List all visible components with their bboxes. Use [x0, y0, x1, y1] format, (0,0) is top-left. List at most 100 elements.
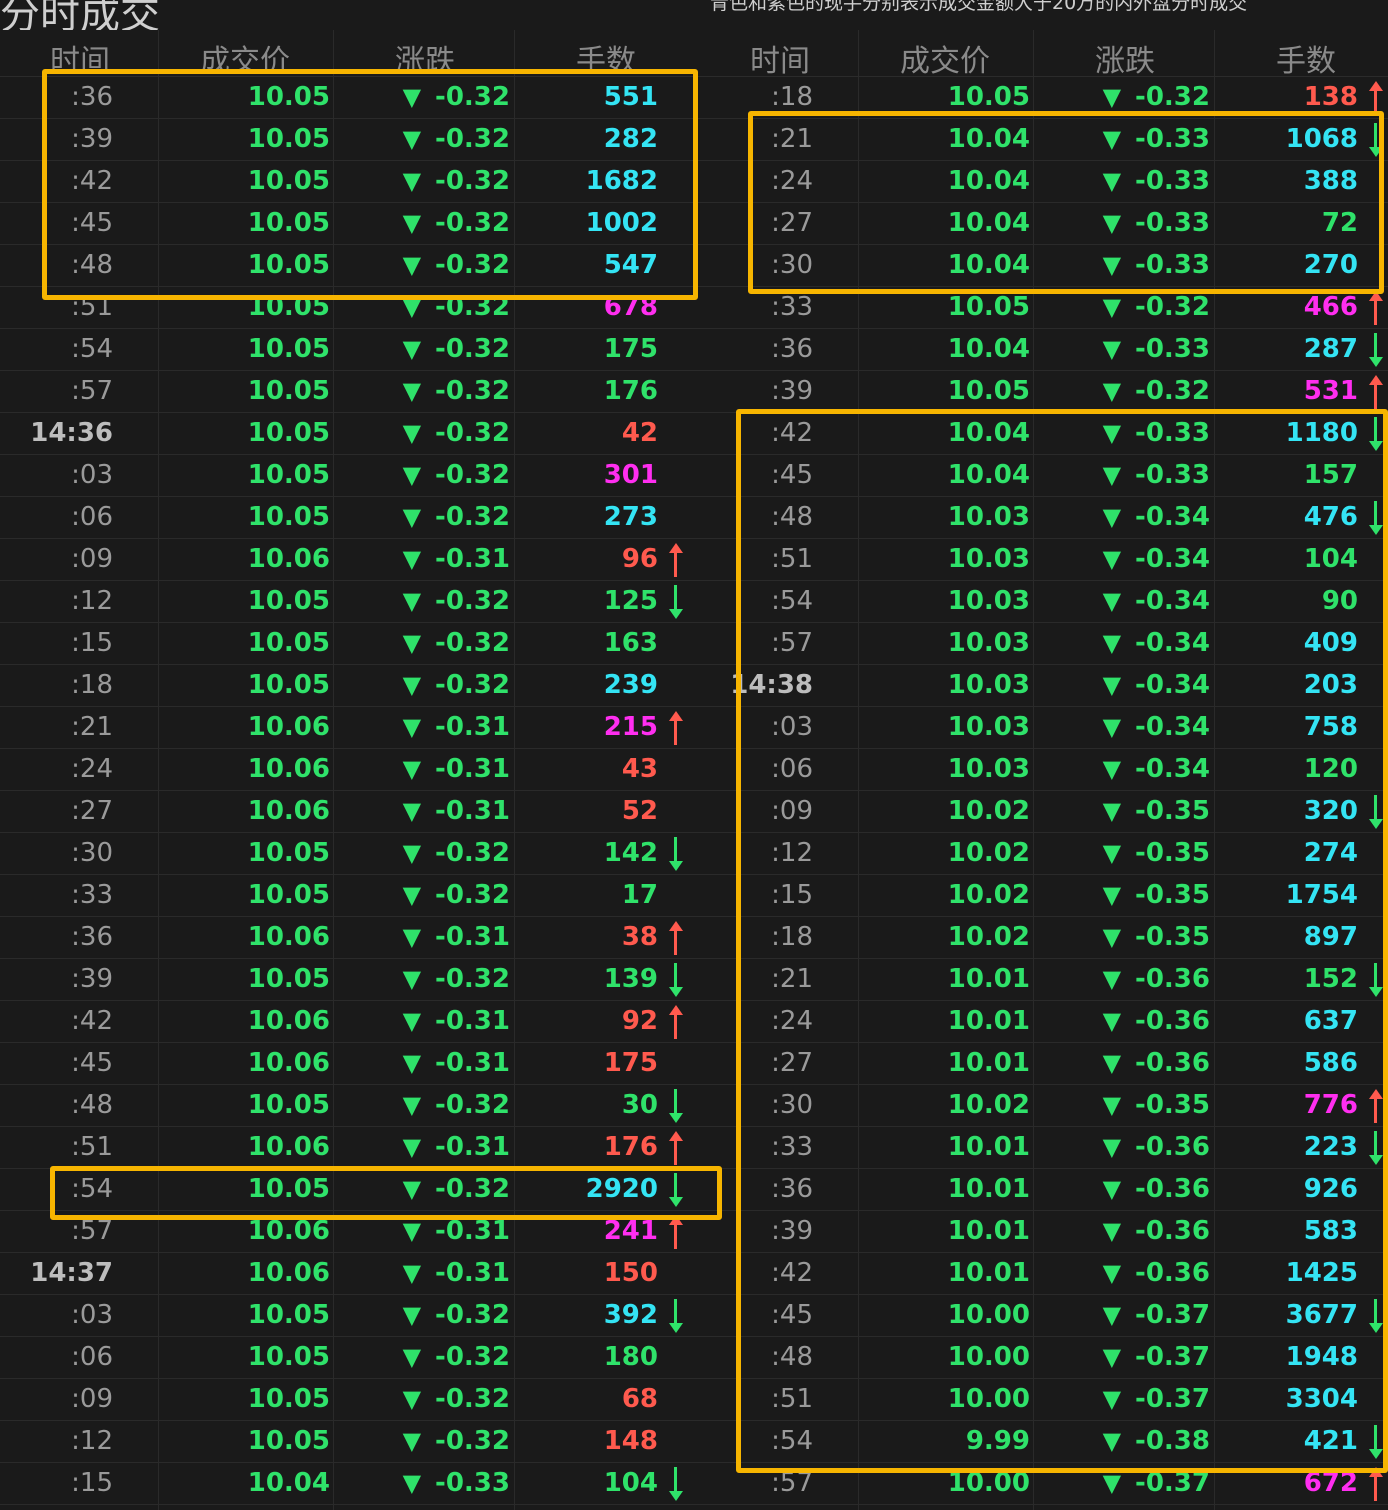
trade-row[interactable]: :12 10.05 ▼ -0.32 148	[0, 1421, 700, 1463]
trade-row[interactable]: :51 10.06 ▼ -0.31 176	[0, 1127, 700, 1169]
trade-row[interactable]: :21 10.04 ▼ -0.33 1068	[700, 119, 1388, 161]
trade-row[interactable]: :30 10.02 ▼ -0.35 776	[700, 1085, 1388, 1127]
trade-row[interactable]: :39 10.05 ▼ -0.32 282	[0, 119, 700, 161]
trade-change: ▼ -0.38	[1040, 1421, 1210, 1462]
trade-row[interactable]: :51 10.03 ▼ -0.34 104	[700, 539, 1388, 581]
trade-row[interactable]: :45 10.04 ▼ -0.33 157	[700, 455, 1388, 497]
trade-row[interactable]: :27 10.06 ▼ -0.31 52	[0, 791, 700, 833]
trade-price: 10.04	[947, 124, 1030, 154]
trade-row[interactable]: :18 10.02 ▼ -0.35 897	[700, 917, 1388, 959]
trade-row[interactable]: :09 10.05 ▼ -0.32 68	[0, 1379, 700, 1421]
trade-change-value: -0.32	[435, 208, 510, 238]
trade-row[interactable]: :57 10.06 ▼ -0.31 241	[0, 1211, 700, 1253]
trade-row[interactable]: :21 10.06 ▼ -0.31 215	[0, 707, 700, 749]
trade-row[interactable]: :54 9.99 ▼ -0.38 421	[700, 1421, 1388, 1463]
trade-row[interactable]: :15 10.05 ▼ -0.32 163	[0, 623, 700, 665]
trade-row[interactable]: :33 10.05 ▼ -0.32 17	[0, 875, 700, 917]
down-triangle-icon: ▼	[1102, 713, 1122, 741]
trade-change-value: -0.32	[1135, 292, 1210, 322]
trade-row[interactable]: :24 10.04 ▼ -0.33 388	[700, 161, 1388, 203]
trade-row[interactable]: :03 10.05 ▼ -0.32 392	[0, 1295, 700, 1337]
trade-row[interactable]: :54 10.03 ▼ -0.34 90	[700, 581, 1388, 623]
trade-time: :48	[71, 1090, 113, 1120]
trade-row[interactable]: 14:38 10.03 ▼ -0.34 203	[700, 665, 1388, 707]
trade-row[interactable]: :06 10.03 ▼ -0.34 120	[700, 749, 1388, 791]
trade-row[interactable]: :24 10.06 ▼ -0.31 43	[0, 749, 700, 791]
arrow-up-icon	[1369, 291, 1383, 325]
trade-row[interactable]: :54 10.05 ▼ -0.32 175	[0, 329, 700, 371]
trade-change: ▼ -0.36	[1040, 1253, 1210, 1294]
trade-row[interactable]: :30 10.04 ▼ -0.33 270	[700, 245, 1388, 287]
trade-change-value: -0.36	[1135, 1174, 1210, 1204]
trade-row[interactable]: 14:37 10.06 ▼ -0.31 150	[0, 1253, 700, 1295]
trade-change: ▼ -0.37	[1040, 1295, 1210, 1336]
trade-row[interactable]: :33 10.05 ▼ -0.32 466	[700, 287, 1388, 329]
trade-change: ▼ -0.31	[340, 707, 510, 748]
trade-row[interactable]: :21 10.01 ▼ -0.36 152	[700, 959, 1388, 1001]
trade-row[interactable]: :42 10.04 ▼ -0.33 1180	[700, 413, 1388, 455]
trade-row[interactable]: 14:36 10.05 ▼ -0.32 42	[0, 413, 700, 455]
trade-row[interactable]: :39 10.05 ▼ -0.32 139	[0, 959, 700, 1001]
trade-row[interactable]: :36 10.04 ▼ -0.33 287	[700, 329, 1388, 371]
trade-table-left[interactable]: 时间 成交价 涨跌 手数 :36 10.05 ▼ -0.32 551:39 10.05 ▼ -…	[0, 30, 700, 1510]
trade-row[interactable]: :24 10.01 ▼ -0.36 637	[700, 1001, 1388, 1043]
trade-price: 10.03	[947, 628, 1030, 658]
trade-volume: 1682	[585, 166, 658, 196]
trade-row[interactable]: :36 10.05 ▼ -0.32 551	[0, 77, 700, 119]
trade-row[interactable]: :06 10.05 ▼ -0.32 273	[0, 497, 700, 539]
trade-price: 10.03	[947, 754, 1030, 784]
trade-row[interactable]: :42 10.01 ▼ -0.36 1425	[700, 1253, 1388, 1295]
trade-row[interactable]: :57 10.05 ▼ -0.32 176	[0, 371, 700, 413]
trade-row[interactable]: :39 10.01 ▼ -0.36 583	[700, 1211, 1388, 1253]
trade-row[interactable]: :03 10.03 ▼ -0.34 758	[700, 707, 1388, 749]
trade-row[interactable]: :45 10.00 ▼ -0.37 3677	[700, 1295, 1388, 1337]
trade-volume: 104	[1303, 544, 1358, 574]
trade-row[interactable]: :36 10.01 ▼ -0.36 926	[700, 1169, 1388, 1211]
trade-row[interactable]: :48 10.03 ▼ -0.34 476	[700, 497, 1388, 539]
trade-row[interactable]: :06 10.05 ▼ -0.32 180	[0, 1337, 700, 1379]
trade-row[interactable]: :39 10.05 ▼ -0.32 531	[700, 371, 1388, 413]
trade-row[interactable]: :45 10.06 ▼ -0.31 175	[0, 1043, 700, 1085]
trade-row[interactable]: :18 10.05 ▼ -0.32 239	[0, 665, 700, 707]
trade-row[interactable]: :33 10.01 ▼ -0.36 223	[700, 1127, 1388, 1169]
trade-change-value: -0.32	[435, 1174, 510, 1204]
trade-row[interactable]: :51 10.00 ▼ -0.37 3304	[700, 1379, 1388, 1421]
trade-row[interactable]: :15 10.02 ▼ -0.35 1754	[700, 875, 1388, 917]
trade-row[interactable]: :48 10.05 ▼ -0.32 30	[0, 1085, 700, 1127]
trade-row[interactable]: :36 10.06 ▼ -0.31 38	[0, 917, 700, 959]
trade-change-value: -0.31	[435, 544, 510, 574]
trade-row[interactable]: :12 10.05 ▼ -0.32 125	[0, 581, 700, 623]
trade-price: 10.06	[247, 922, 330, 952]
trade-row[interactable]: :30 10.05 ▼ -0.32 142	[0, 833, 700, 875]
trade-price: 10.06	[247, 754, 330, 784]
trade-row[interactable]: :27 10.04 ▼ -0.33 72	[700, 203, 1388, 245]
trade-change: ▼ -0.32	[340, 959, 510, 1000]
trade-change: ▼ -0.32	[340, 161, 510, 202]
trade-row[interactable]: :48 10.00 ▼ -0.37 1948	[700, 1337, 1388, 1379]
trade-volume: 150	[603, 1258, 658, 1288]
trade-row[interactable]: :51 10.05 ▼ -0.32 678	[0, 287, 700, 329]
trade-row[interactable]: :18 10.05 ▼ -0.32 138	[700, 77, 1388, 119]
trade-row[interactable]: :42 10.05 ▼ -0.32 1682	[0, 161, 700, 203]
trade-time: :21	[771, 124, 813, 154]
trade-row[interactable]: :45 10.05 ▼ -0.32 1002	[0, 203, 700, 245]
trade-row[interactable]: :57 10.00 ▼ -0.37 672	[700, 1463, 1388, 1505]
trade-change-value: -0.34	[1135, 628, 1210, 658]
trade-row[interactable]: :09 10.02 ▼ -0.35 320	[700, 791, 1388, 833]
trade-row[interactable]: :42 10.06 ▼ -0.31 92	[0, 1001, 700, 1043]
trade-table-right[interactable]: 时间 成交价 涨跌 手数 :18 10.05 ▼ -0.32 138:21 10.04 ▼ -…	[700, 30, 1388, 1510]
trade-row[interactable]: :54 10.05 ▼ -0.32 2920	[0, 1169, 700, 1211]
arrow-up-icon	[1369, 1089, 1383, 1123]
arrow-up-icon	[669, 543, 683, 577]
trade-volume: 92	[621, 1006, 658, 1036]
trade-row[interactable]: :12 10.02 ▼ -0.35 274	[700, 833, 1388, 875]
trade-volume: 43	[621, 754, 658, 784]
trade-row[interactable]: :15 10.04 ▼ -0.33 104	[0, 1463, 700, 1505]
trade-row[interactable]: :03 10.05 ▼ -0.32 301	[0, 455, 700, 497]
trade-row[interactable]: :57 10.03 ▼ -0.34 409	[700, 623, 1388, 665]
trade-row[interactable]: :48 10.05 ▼ -0.32 547	[0, 245, 700, 287]
trade-row[interactable]: :27 10.01 ▼ -0.36 586	[700, 1043, 1388, 1085]
color-legend-note: 青色和紫色的现手分别表示成交金额大于20万的内外盘分时成交	[710, 0, 1248, 14]
trade-row[interactable]: :09 10.06 ▼ -0.31 96	[0, 539, 700, 581]
trade-change-value: -0.31	[435, 922, 510, 952]
